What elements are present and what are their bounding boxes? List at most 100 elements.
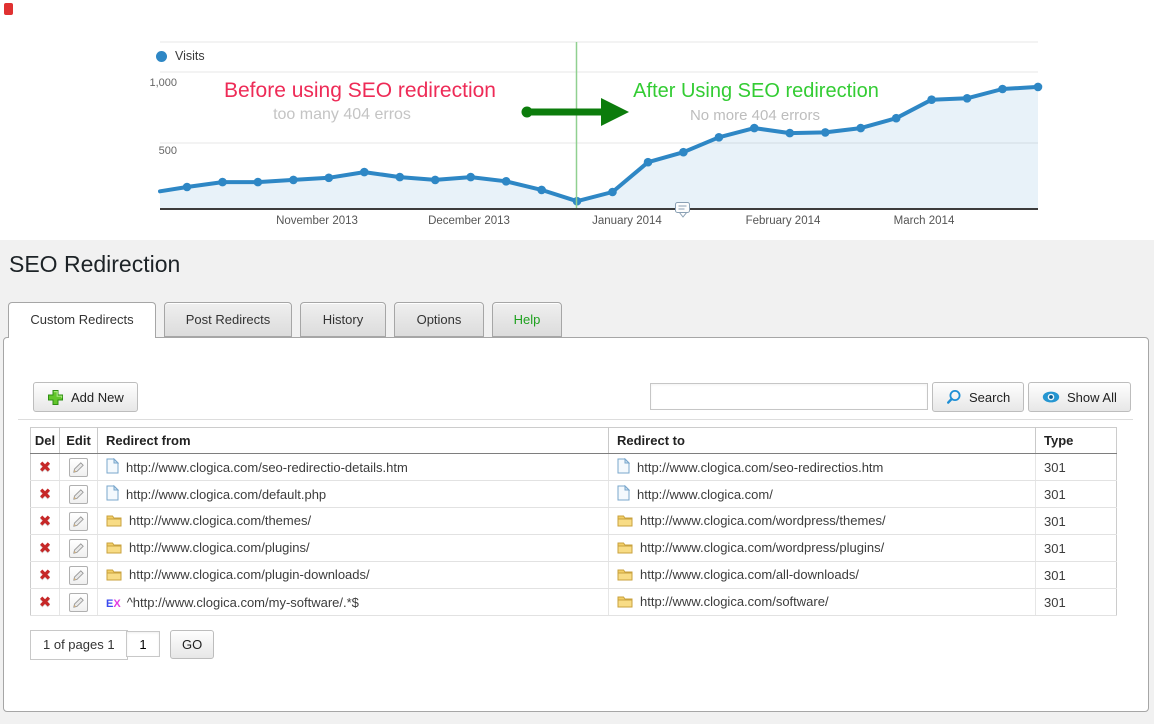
go-button[interactable]: GO xyxy=(170,630,214,659)
table-row: ✖ EX ^http://www.clogica.com/my-software/… xyxy=(31,589,1117,616)
search-button[interactable]: Search xyxy=(932,382,1024,412)
chart-legend: Visits xyxy=(156,49,205,63)
annotation-before-title: Before using SEO redirection xyxy=(160,79,560,103)
delete-icon[interactable]: ✖ xyxy=(39,513,52,530)
edit-icon[interactable] xyxy=(69,512,88,531)
add-plus-icon xyxy=(47,389,64,406)
chart-point xyxy=(1034,83,1043,92)
table-header-row: Del Edit Redirect from Redirect to Type xyxy=(31,428,1117,454)
redirect-type: 301 xyxy=(1036,481,1117,508)
chart-point xyxy=(396,173,405,182)
chart-point xyxy=(786,129,795,138)
seo-redirection-admin: SEO Redirection Custom Redirects Post Re… xyxy=(0,240,1154,724)
chart-point xyxy=(502,177,511,186)
document-icon xyxy=(617,458,630,477)
redirect-type: 301 xyxy=(1036,508,1117,535)
delete-icon[interactable]: ✖ xyxy=(39,567,52,584)
redirects-table: Del Edit Redirect from Redirect to Type … xyxy=(30,427,1117,616)
folder-icon xyxy=(106,541,122,557)
delete-icon[interactable]: ✖ xyxy=(39,540,52,557)
redirect-to-url: http://www.clogica.com/seo-redirectios.h… xyxy=(637,460,883,475)
document-icon xyxy=(617,485,630,504)
add-new-label: Add New xyxy=(71,390,124,405)
page-number-input[interactable] xyxy=(126,631,160,657)
delete-icon[interactable]: ✖ xyxy=(39,486,52,503)
annotation-after-subtitle: No more 404 errors xyxy=(555,107,955,124)
annotation-marker-icon[interactable] xyxy=(676,203,690,218)
tab-custom-redirects[interactable]: Custom Redirects xyxy=(8,302,156,338)
redirect-type: 301 xyxy=(1036,454,1117,481)
chart-point xyxy=(821,128,830,137)
redirect-type: 301 xyxy=(1036,562,1117,589)
folder-icon xyxy=(617,541,633,557)
chart-point xyxy=(431,176,440,185)
x-tick-labels: November 2013 December 2013 January 2014… xyxy=(276,215,955,227)
column-header-del: Del xyxy=(31,428,60,454)
folder-icon xyxy=(617,595,633,611)
regex-icon: EX xyxy=(106,598,121,610)
redirect-type: 301 xyxy=(1036,535,1117,562)
redirect-from-url: ^http://www.clogica.com/my-software/.*$ xyxy=(127,595,359,610)
tab-history[interactable]: History xyxy=(300,302,386,337)
table-row: ✖ http://www.clogica.com/seo-redirectio-… xyxy=(31,454,1117,481)
edit-icon[interactable] xyxy=(69,566,88,585)
visits-chart-section: 1,000 500 November 2013 December 2013 Ja… xyxy=(0,0,1154,240)
redirect-from-url: http://www.clogica.com/plugins/ xyxy=(129,540,310,555)
document-icon xyxy=(106,485,119,504)
redirect-from-url: http://www.clogica.com/themes/ xyxy=(129,513,311,528)
redirect-to-url: http://www.clogica.com/ xyxy=(637,487,773,502)
delete-icon[interactable]: ✖ xyxy=(39,459,52,476)
x-tick-dec2013: December 2013 xyxy=(428,215,510,227)
chart-point xyxy=(360,168,369,177)
chart-point xyxy=(963,94,972,103)
chart-point xyxy=(998,85,1007,94)
chart-point xyxy=(715,133,724,142)
x-tick-nov2013: November 2013 xyxy=(276,215,358,227)
chart-point xyxy=(750,124,759,133)
table-row: ✖ http://www.clogica.com/default.php htt… xyxy=(31,481,1117,508)
show-all-label: Show All xyxy=(1067,390,1117,405)
chart-point xyxy=(679,148,688,157)
folder-icon xyxy=(617,514,633,530)
edit-icon[interactable] xyxy=(69,485,88,504)
chart-point xyxy=(856,124,865,133)
edit-icon[interactable] xyxy=(69,593,88,612)
search-input[interactable] xyxy=(650,383,928,410)
tab-help[interactable]: Help xyxy=(492,302,562,337)
delete-icon[interactable]: ✖ xyxy=(39,594,52,611)
document-icon xyxy=(106,458,119,477)
table-row: ✖ http://www.clogica.com/plugin-download… xyxy=(31,562,1117,589)
chart-point xyxy=(644,158,653,167)
folder-icon xyxy=(617,568,633,584)
tab-post-redirects[interactable]: Post Redirects xyxy=(164,302,292,337)
visits-legend-label: Visits xyxy=(175,49,205,63)
redirect-from-url: http://www.clogica.com/plugin-downloads/ xyxy=(129,567,370,582)
x-tick-jan2014: January 2014 xyxy=(592,215,662,227)
chart-point xyxy=(289,176,298,185)
folder-icon xyxy=(106,568,122,584)
tab-options[interactable]: Options xyxy=(394,302,484,337)
redirect-type: 301 xyxy=(1036,589,1117,616)
eye-icon xyxy=(1042,391,1060,403)
chart-point xyxy=(608,188,617,197)
column-header-redirect-from: Redirect from xyxy=(98,428,609,454)
x-tick-feb2014: February 2014 xyxy=(746,215,821,227)
redirect-from-url: http://www.clogica.com/default.php xyxy=(126,487,326,502)
column-header-type: Type xyxy=(1036,428,1117,454)
chart-point xyxy=(218,178,227,187)
column-header-redirect-to: Redirect to xyxy=(609,428,1036,454)
table-row: ✖ http://www.clogica.com/themes/ http://… xyxy=(31,508,1117,535)
search-button-label: Search xyxy=(969,390,1010,405)
redirect-to-url: http://www.clogica.com/wordpress/plugins… xyxy=(640,540,884,555)
edit-icon[interactable] xyxy=(69,458,88,477)
search-icon xyxy=(946,389,962,405)
visits-legend-dot-icon xyxy=(156,51,167,62)
edit-icon[interactable] xyxy=(69,539,88,558)
add-new-button[interactable]: Add New xyxy=(33,382,138,412)
toolbar-divider xyxy=(18,419,1133,420)
tab-bar: Custom Redirects Post Redirects History … xyxy=(8,302,570,338)
table-row: ✖ http://www.clogica.com/plugins/ http:/… xyxy=(31,535,1117,562)
pagination-info: 1 of pages 1 xyxy=(30,630,128,660)
show-all-button[interactable]: Show All xyxy=(1028,382,1131,412)
column-header-edit: Edit xyxy=(60,428,98,454)
